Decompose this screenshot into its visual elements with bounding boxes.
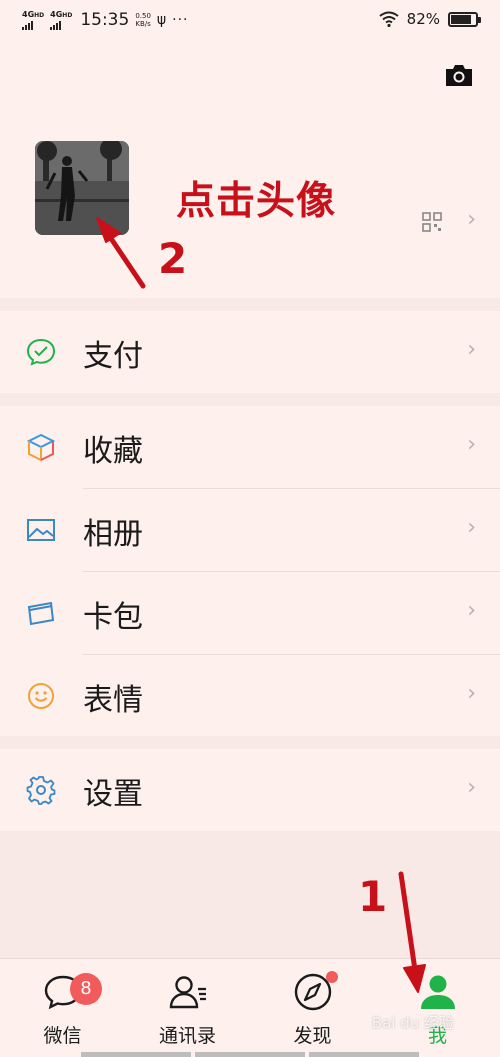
person-icon [421, 975, 455, 1009]
chevron-right-icon: › [467, 598, 476, 623]
tab-label: 发现 [293, 1025, 332, 1047]
annotation-number-1: 1 [358, 872, 388, 921]
signal-1-icon: 4GHD [22, 10, 44, 30]
annotation-click-avatar: 点击头像 [176, 179, 337, 224]
tab-me[interactable]: 我 [375, 959, 500, 1057]
camera-icon[interactable] [444, 62, 474, 88]
contacts-icon [169, 976, 206, 1009]
status-right: 82% [379, 10, 481, 28]
network-speed: 0.50 KB/s [135, 12, 151, 28]
bottom-tab-bar: 8 微信 通讯录 发现 我 [0, 958, 500, 1057]
main-menu-section: 收藏 › 相册 › 卡包 › 表情 › [0, 406, 500, 736]
status-left: 4GHD 4GHD 15:35 0.50 KB/s ψ ··· [22, 10, 189, 30]
menu-item-label: 收藏 [83, 434, 143, 469]
chevron-right-icon: › [467, 515, 476, 540]
chevron-right-icon: › [467, 337, 476, 362]
favorites-cube-icon [26, 433, 56, 462]
new-content-dot [326, 971, 338, 983]
chevron-right-icon: › [467, 432, 476, 457]
tab-label: 通讯录 [158, 1025, 216, 1047]
unread-badge: 8 [70, 973, 102, 1005]
tab-discover[interactable]: 发现 [250, 959, 375, 1057]
menu-item-card-wallet[interactable]: 卡包 › [0, 572, 500, 654]
watermark: Bai du 经验 [371, 1014, 454, 1032]
avatar-photo [35, 141, 129, 235]
wifi-icon [379, 11, 399, 27]
battery-percent: 82% [406, 10, 440, 28]
menu-item-settings[interactable]: 设置 › [0, 749, 500, 831]
annotation-number-2: 2 [158, 234, 188, 283]
menu-item-label: 设置 [83, 777, 143, 812]
nav-gesture-bar [0, 1052, 500, 1057]
card-wallet-icon [27, 601, 55, 626]
tab-label: 微信 [43, 1025, 82, 1047]
menu-item-favorites[interactable]: 收藏 › [0, 406, 500, 488]
chevron-right-icon: › [467, 681, 476, 706]
smiley-face-icon [28, 683, 54, 709]
menu-item-label: 支付 [83, 339, 143, 374]
status-bar: 4GHD 4GHD 15:35 0.50 KB/s ψ ··· 82% [0, 0, 500, 40]
tab-contacts[interactable]: 通讯录 [125, 959, 250, 1057]
pay-icon [26, 338, 56, 366]
menu-item-label: 卡包 [83, 600, 143, 635]
menu-item-label: 表情 [83, 683, 143, 718]
more-notifications-icon: ··· [172, 12, 189, 28]
tab-chats[interactable]: 8 微信 [0, 959, 125, 1057]
gear-icon [26, 776, 56, 805]
pay-section: 支付 › [0, 311, 500, 393]
menu-item-pay[interactable]: 支付 › [0, 311, 500, 393]
usb-icon: ψ [156, 12, 167, 28]
album-picture-icon [27, 519, 55, 541]
profile-chevron-icon: › [467, 207, 476, 232]
menu-item-stickers[interactable]: 表情 › [0, 655, 500, 737]
avatar[interactable] [35, 141, 129, 235]
settings-section: 设置 › [0, 749, 500, 831]
status-time: 15:35 [80, 10, 130, 30]
signal-2-icon: 4GHD [50, 10, 72, 30]
battery-icon [448, 11, 481, 27]
qr-code-icon[interactable] [422, 212, 442, 232]
menu-item-label: 相册 [83, 517, 143, 552]
menu-item-album[interactable]: 相册 › [0, 489, 500, 571]
chevron-right-icon: › [467, 775, 476, 800]
